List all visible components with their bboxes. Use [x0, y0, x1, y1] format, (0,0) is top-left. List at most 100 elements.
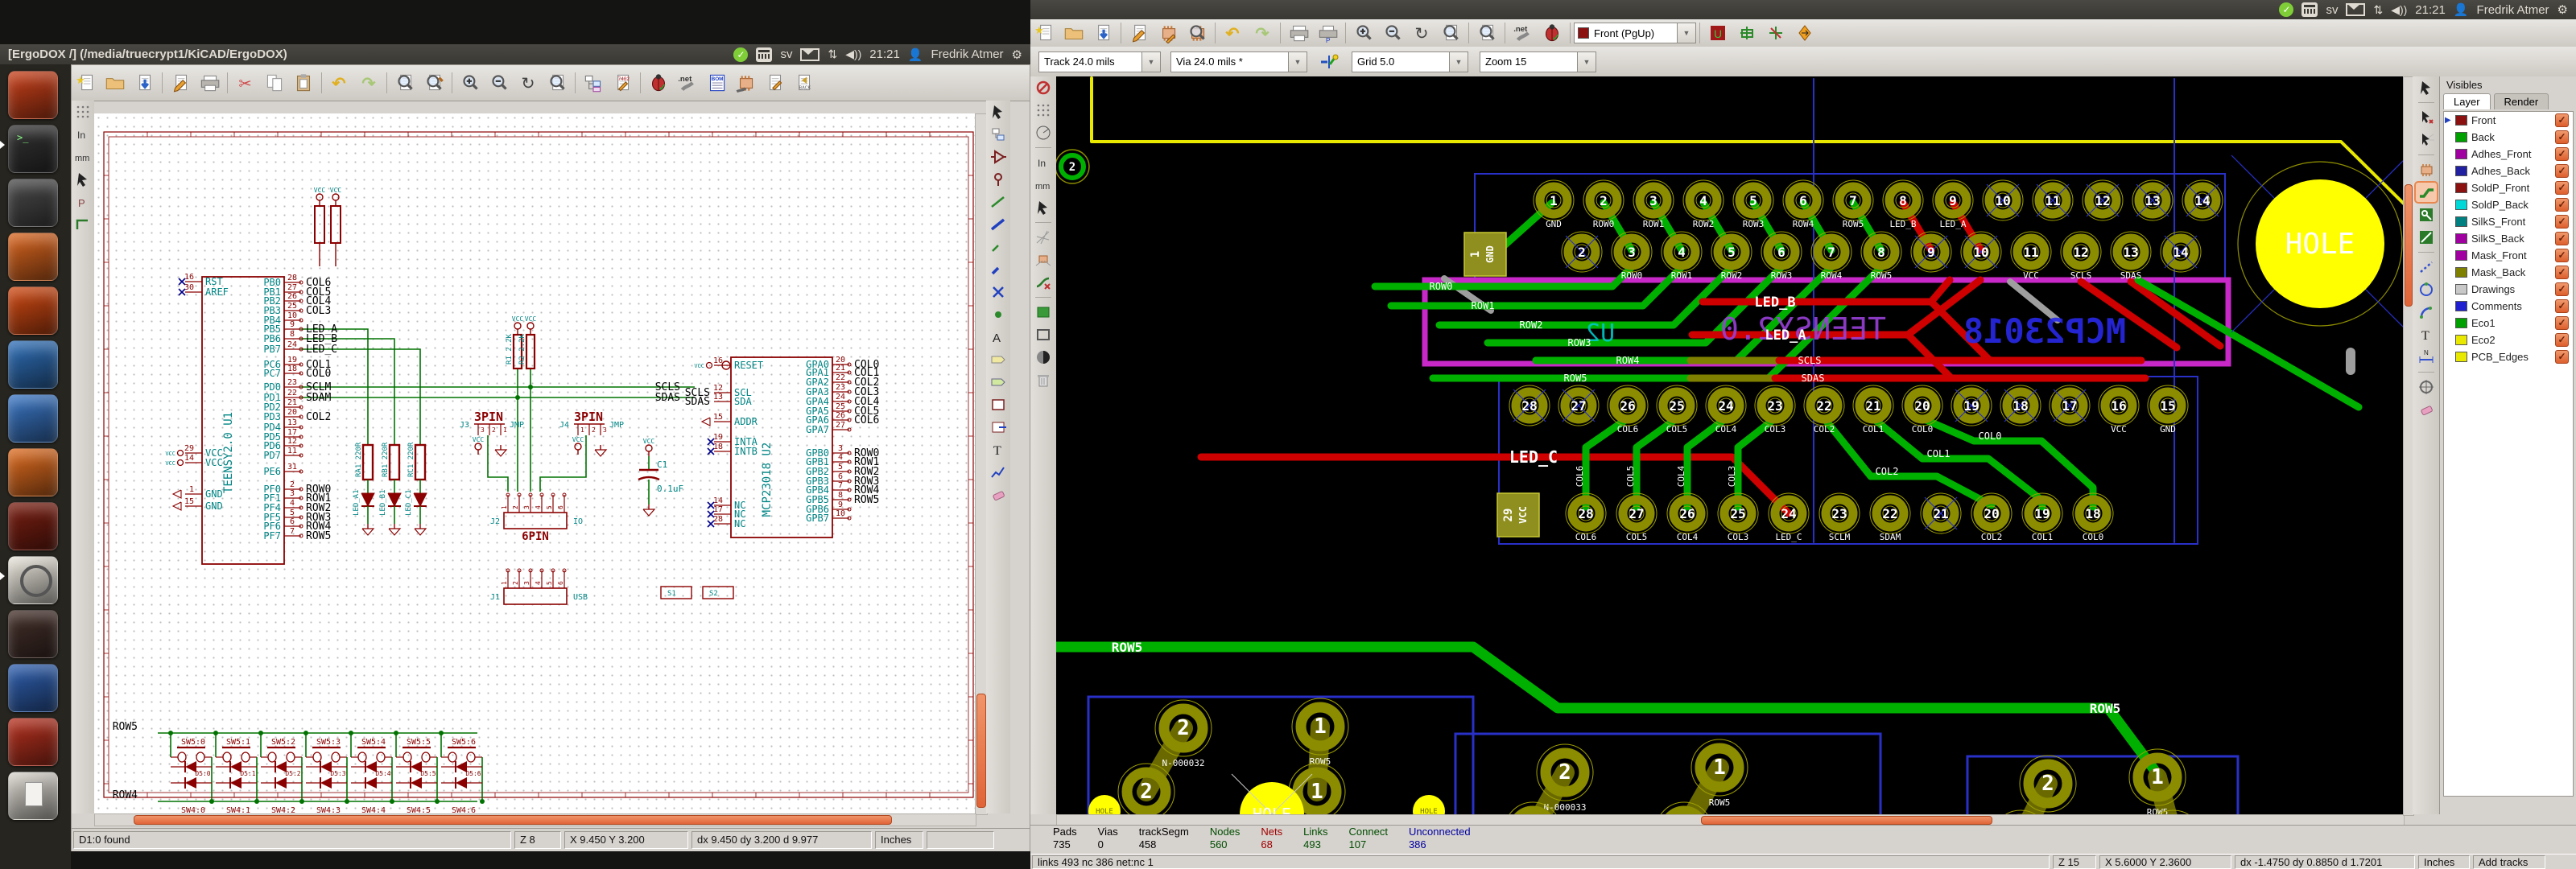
copy-button[interactable] [261, 71, 288, 95]
layer-row-Eco1[interactable]: Eco1✓ [2444, 315, 2573, 332]
layer-visible-checkbox[interactable]: ✓ [2555, 164, 2569, 178]
redraw-button[interactable]: ↻ [1408, 21, 1435, 45]
save-button[interactable] [1089, 21, 1117, 45]
drc-off-toggle[interactable] [1033, 78, 1054, 97]
drc-button[interactable]: ✓ [1538, 21, 1566, 45]
hier-label-tool[interactable] [988, 373, 1009, 392]
no-connect-tool[interactable] [988, 282, 1009, 302]
grid-toggle[interactable] [1033, 101, 1054, 120]
zoom-select[interactable]: Zoom 15▼ [1480, 51, 1596, 72]
module-tool[interactable] [2416, 160, 2437, 179]
layer-visible-checkbox[interactable]: ✓ [2555, 215, 2569, 229]
plot-button[interactable]: P [1314, 21, 1341, 45]
footprints-button[interactable] [732, 71, 759, 95]
layer-visible-checkbox[interactable]: ✓ [2555, 316, 2569, 330]
tab-layer[interactable]: Layer [2443, 93, 2491, 109]
hierarchy-button[interactable] [580, 71, 607, 95]
zoom-out-button[interactable] [1379, 21, 1406, 45]
launcher-item-ubuntu-one[interactable] [8, 448, 58, 496]
print-button[interactable] [196, 71, 223, 95]
autodel-track-toggle[interactable] [1033, 273, 1054, 292]
zoom-out-button[interactable] [485, 71, 513, 95]
ratsnest-mode-button[interactable] [1762, 21, 1790, 45]
launcher-item-package[interactable] [8, 502, 58, 550]
network-icon[interactable]: ⇅ [828, 47, 837, 61]
cursor-tool[interactable] [988, 102, 1009, 121]
highlight-net-tool[interactable] [2416, 108, 2437, 127]
schematic-canvas[interactable]: TEENSY2.0 U116RST30AREF29VCCVCC14VCCVCC1… [94, 113, 975, 813]
network-icon[interactable]: ⇅ [2373, 3, 2383, 17]
cut-button[interactable]: ✂ [232, 71, 259, 95]
label-tool[interactable]: A [988, 327, 1009, 347]
layer-row-Comments[interactable]: Comments✓ [2444, 298, 2573, 315]
keyboard-icon[interactable] [2301, 2, 2318, 17]
layer-visible-checkbox[interactable]: ✓ [2555, 147, 2569, 161]
layer-row-Adhes_Back[interactable]: Adhes_Back✓ [2444, 163, 2573, 179]
launcher-item-chat[interactable] [8, 340, 58, 389]
find-replace-button[interactable] [420, 71, 448, 95]
redo-button[interactable]: ↷ [355, 71, 382, 95]
layer-row-Front[interactable]: ▶Front✓ [2444, 112, 2573, 129]
text-tool[interactable]: T [2416, 325, 2437, 344]
dimension-tool[interactable]: N [2416, 348, 2437, 367]
launcher-item-calculator[interactable] [8, 179, 58, 227]
dashed-line-tool[interactable] [2416, 257, 2437, 277]
units-inch-toggle[interactable]: In [72, 125, 93, 144]
text-tool[interactable]: T [988, 440, 1009, 459]
mail-icon[interactable] [2346, 3, 2365, 16]
wire-entry-tool[interactable] [988, 237, 1009, 257]
save-button[interactable] [130, 71, 158, 95]
launcher-item-reader[interactable] [8, 718, 58, 766]
grid-toggle[interactable] [72, 102, 93, 121]
page-settings-button[interactable] [1125, 21, 1153, 45]
sheet-pin-tool[interactable] [988, 418, 1009, 437]
skype-icon[interactable]: ✓ [2279, 2, 2293, 17]
local-ratsnest-tool[interactable] [2416, 130, 2437, 150]
layer-row-Back[interactable]: Back✓ [2444, 129, 2573, 146]
layer-visible-checkbox[interactable]: ✓ [2555, 232, 2569, 245]
launcher-item-software-center[interactable] [8, 286, 58, 335]
find-button[interactable] [391, 71, 419, 95]
via-size-select[interactable]: Via 24.0 mils *▼ [1170, 51, 1307, 72]
layer-row-SilkS_Front[interactable]: SilkS_Front✓ [2444, 213, 2573, 230]
clock[interactable]: 21:21 [869, 47, 900, 61]
sheet-settings-button[interactable] [167, 71, 194, 95]
annotate-button[interactable]: 7402 [609, 71, 636, 95]
layer-visible-checkbox[interactable]: ✓ [2555, 282, 2569, 296]
new-button[interactable]: ★ [72, 71, 100, 95]
open-button[interactable] [1060, 21, 1088, 45]
zoom-fit-button[interactable] [1437, 21, 1464, 45]
pcb-canvas[interactable]: 1GND2ROW03ROW14ROW25ROW36ROW47ROW58LED_B… [1056, 76, 2403, 814]
grid-select[interactable]: Grid 5.0▼ [1352, 51, 1468, 72]
library-browser-button[interactable] [1183, 21, 1211, 45]
module-editor-button[interactable] [1154, 21, 1182, 45]
launcher-item-kicad[interactable] [8, 556, 58, 604]
power-port-tool[interactable] [988, 170, 1009, 189]
units-inch-toggle[interactable]: In [1033, 153, 1054, 172]
sheet-tool[interactable] [988, 395, 1009, 414]
erc-button[interactable]: ✓ [645, 71, 672, 95]
launcher-item-dash-home[interactable] [8, 71, 58, 119]
component-tool[interactable] [988, 147, 1009, 167]
track-width-select[interactable]: Track 24.0 mils▼ [1038, 51, 1161, 72]
layer-visible-checkbox[interactable]: ✓ [2555, 299, 2569, 313]
keyboard-layout[interactable]: sv [2326, 3, 2338, 17]
redo-button[interactable]: ↷ [1249, 21, 1276, 45]
module-mode-button[interactable] [1733, 21, 1761, 45]
session-gear-icon[interactable]: ⚙ [2557, 2, 2568, 17]
layer-row-Mask_Front[interactable]: Mask_Front✓ [2444, 247, 2573, 264]
layer-visible-checkbox[interactable]: ✓ [2555, 113, 2569, 127]
cursor-toggle[interactable] [1033, 198, 1054, 217]
redraw-button[interactable]: ↻ [514, 71, 542, 95]
zoom-in-button[interactable] [456, 71, 484, 95]
layer-row-SoldP_Front[interactable]: SoldP_Front✓ [2444, 179, 2573, 196]
find-button[interactable] [1473, 21, 1501, 45]
wire-tool[interactable] [988, 192, 1009, 212]
autoroute-button[interactable] [1791, 21, 1818, 45]
edit-button[interactable] [761, 71, 788, 95]
undo-button[interactable]: ↶ [1220, 21, 1247, 45]
bom-button[interactable]: BOM [703, 71, 730, 95]
layer-row-Eco2[interactable]: Eco2✓ [2444, 332, 2573, 348]
ratsnest-general-toggle[interactable] [1033, 228, 1054, 247]
polar-toggle[interactable] [1033, 123, 1054, 142]
